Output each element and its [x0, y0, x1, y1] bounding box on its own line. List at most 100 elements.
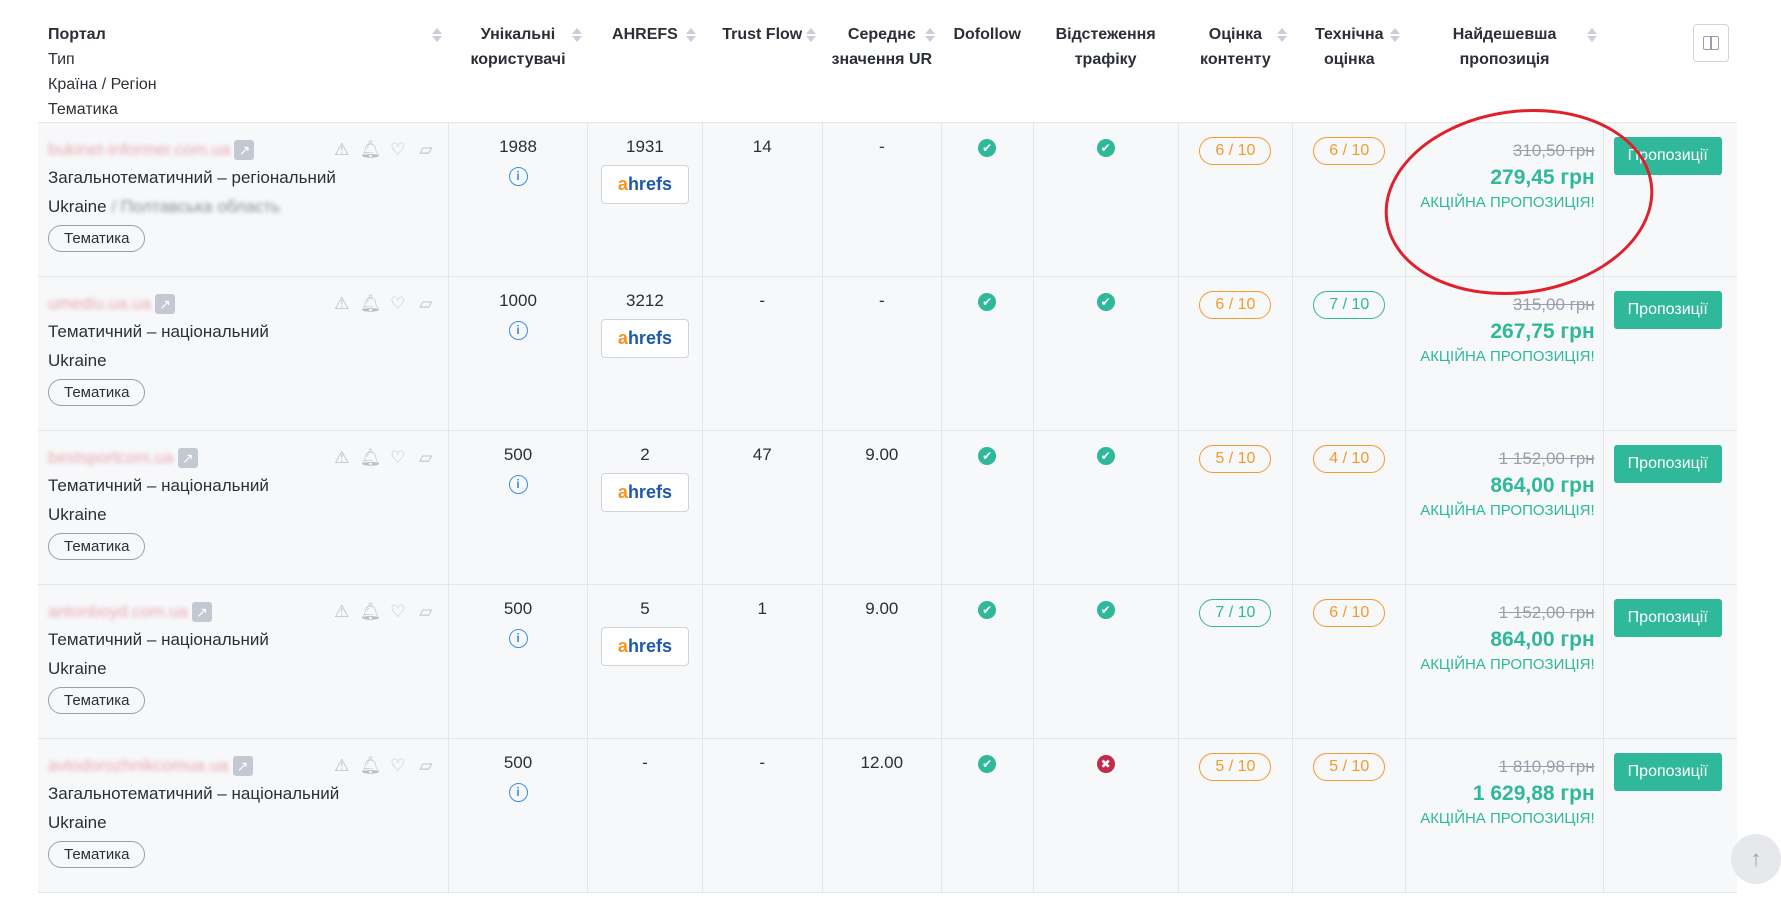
- offers-button[interactable]: Пропозиції: [1613, 137, 1722, 175]
- col-content[interactable]: Оцінка контенту: [1178, 0, 1292, 123]
- sort-icon[interactable]: [1587, 28, 1598, 42]
- old-price: 1 152,00 грн: [1498, 603, 1595, 622]
- col-traffic-label: Відстеження трафіку: [1055, 26, 1156, 68]
- col-trust[interactable]: Trust Flow: [702, 0, 822, 123]
- promo-label: АКЦІЙНА ПРОПОЗИЦІЯ!: [1420, 810, 1595, 827]
- col-tech[interactable]: Технічна оцінка: [1293, 0, 1406, 123]
- external-link-icon[interactable]: ↗: [232, 756, 253, 776]
- offers-button[interactable]: Пропозиції: [1613, 291, 1722, 329]
- note-icon[interactable]: ▱: [416, 448, 436, 468]
- tech-score-badge: 5 / 10: [1313, 753, 1386, 781]
- note-icon[interactable]: ▱: [416, 140, 436, 160]
- sort-icon[interactable]: [571, 28, 582, 42]
- warning-icon[interactable]: ⚠: [332, 448, 352, 468]
- scroll-to-top-button[interactable]: ↑: [1731, 834, 1781, 884]
- offers-button[interactable]: Пропозиції: [1613, 445, 1722, 483]
- bell-icon[interactable]: 🔔︎: [360, 294, 382, 314]
- bell-icon[interactable]: 🔔︎: [360, 756, 382, 776]
- trust-cell: 47: [701, 430, 823, 585]
- topic-tag[interactable]: Тематика: [48, 687, 146, 714]
- topic-tag[interactable]: Тематика: [48, 841, 146, 868]
- sort-icon[interactable]: [432, 28, 443, 42]
- col-type-label: Тип: [48, 51, 75, 68]
- site-link[interactable]: bukinet-informer.com.ua: [48, 140, 230, 160]
- sort-icon[interactable]: [686, 28, 697, 42]
- bell-icon[interactable]: 🔔︎: [360, 140, 382, 160]
- warning-icon[interactable]: ⚠: [332, 294, 352, 314]
- bell-icon[interactable]: 🔔︎: [360, 448, 382, 468]
- sort-icon[interactable]: [925, 28, 936, 42]
- ahrefs-cell: 2 a hrefs: [587, 430, 703, 585]
- external-link-icon[interactable]: ↗: [177, 448, 198, 468]
- external-link-icon[interactable]: ↗: [234, 140, 255, 160]
- site-link[interactable]: antonboyd.com.ua: [48, 602, 188, 622]
- check-icon: ✔: [1096, 139, 1115, 157]
- users-cell: 1000 i: [447, 276, 588, 431]
- col-ur[interactable]: Середнє значення UR: [822, 0, 941, 123]
- warning-icon[interactable]: ⚠: [332, 756, 352, 776]
- price-cell: 310,50 грн 279,45 грн АКЦІЙНА ПРОПОЗИЦІЯ…: [1405, 122, 1604, 277]
- site-row: avtodorozhnikcomua.ua ↗ ⚠ 🔔︎ ♡ ▱: [48, 753, 444, 779]
- tech-score-badge: 4 / 10: [1313, 445, 1386, 473]
- check-icon: ✔: [978, 755, 997, 773]
- col-ahrefs[interactable]: AHREFS: [588, 0, 702, 123]
- new-price: 279,45 грн: [1490, 166, 1595, 189]
- sort-icon[interactable]: [1389, 28, 1400, 42]
- topic-tag[interactable]: Тематика: [48, 533, 146, 560]
- users-value: 500: [503, 599, 533, 618]
- site-link[interactable]: bestsportcom.ua: [48, 448, 174, 468]
- info-icon[interactable]: i: [508, 629, 528, 648]
- heart-icon[interactable]: ♡: [388, 756, 408, 776]
- region-name: / Полтавська область: [111, 197, 281, 216]
- col-country-label: Країна / Регіон: [48, 76, 157, 93]
- cross-icon: ✖: [1096, 755, 1115, 773]
- site-link[interactable]: umediu.ua.ua: [48, 294, 151, 314]
- note-icon[interactable]: ▱: [416, 294, 436, 314]
- heart-icon[interactable]: ♡: [388, 140, 408, 160]
- ahrefs-logo-hrefs: hrefs: [627, 482, 672, 502]
- site-row: umediu.ua.ua ↗ ⚠ 🔔︎ ♡ ▱: [48, 291, 444, 317]
- sort-icon[interactable]: [806, 28, 817, 42]
- ahrefs-logo-button[interactable]: a hrefs: [600, 319, 689, 358]
- traffic-cell: ✔: [1032, 584, 1179, 739]
- col-portal[interactable]: Портал Тип Країна / Регіон Тематика: [38, 0, 448, 123]
- ur-value: 12.00: [860, 753, 904, 772]
- ahrefs-logo-button[interactable]: a hrefs: [600, 627, 689, 666]
- col-price[interactable]: Найдешевша пропозиція: [1406, 0, 1603, 123]
- columns-toggle-button[interactable]: [1693, 24, 1729, 62]
- heart-icon[interactable]: ♡: [388, 448, 408, 468]
- col-price-label: Найдешевша пропозиція: [1452, 26, 1557, 68]
- site-link[interactable]: avtodorozhnikcomua.ua: [48, 756, 229, 776]
- topic-tag[interactable]: Тематика: [48, 379, 146, 406]
- topic-tag[interactable]: Тематика: [48, 225, 146, 252]
- heart-icon[interactable]: ♡: [388, 294, 408, 314]
- offers-button[interactable]: Пропозиції: [1613, 599, 1722, 637]
- ahrefs-logo-button[interactable]: a hrefs: [600, 165, 689, 204]
- external-link-icon[interactable]: ↗: [191, 602, 212, 622]
- note-icon[interactable]: ▱: [416, 756, 436, 776]
- info-icon[interactable]: i: [508, 167, 528, 186]
- col-actions: [1603, 0, 1737, 123]
- warning-icon[interactable]: ⚠: [332, 602, 352, 622]
- table-row: avtodorozhnikcomua.ua ↗ ⚠ 🔔︎ ♡ ▱ Загальн…: [38, 738, 1737, 893]
- sort-icon[interactable]: [1276, 28, 1287, 42]
- col-users[interactable]: Унікальні користувачі: [448, 0, 587, 123]
- bell-icon[interactable]: 🔔︎: [360, 602, 382, 622]
- external-link-icon[interactable]: ↗: [155, 294, 176, 314]
- traffic-cell: ✔: [1032, 122, 1179, 277]
- offers-button[interactable]: Пропозиції: [1613, 753, 1722, 791]
- ahrefs-logo-button[interactable]: a hrefs: [600, 473, 689, 512]
- tech-cell: 4 / 10: [1292, 430, 1406, 585]
- country-name: Ukraine: [48, 505, 107, 524]
- action-cell: Пропозиції: [1602, 584, 1737, 739]
- info-icon[interactable]: i: [508, 783, 528, 802]
- info-icon[interactable]: i: [508, 321, 528, 340]
- col-ahrefs-label: AHREFS: [612, 26, 678, 43]
- note-icon[interactable]: ▱: [416, 602, 436, 622]
- heart-icon[interactable]: ♡: [388, 602, 408, 622]
- warning-icon[interactable]: ⚠: [332, 140, 352, 160]
- ur-value: 9.00: [865, 599, 899, 618]
- info-icon[interactable]: i: [508, 475, 528, 494]
- site-country: Ukraine / Полтавська область: [48, 192, 444, 221]
- ahrefs-value: 5: [640, 599, 650, 618]
